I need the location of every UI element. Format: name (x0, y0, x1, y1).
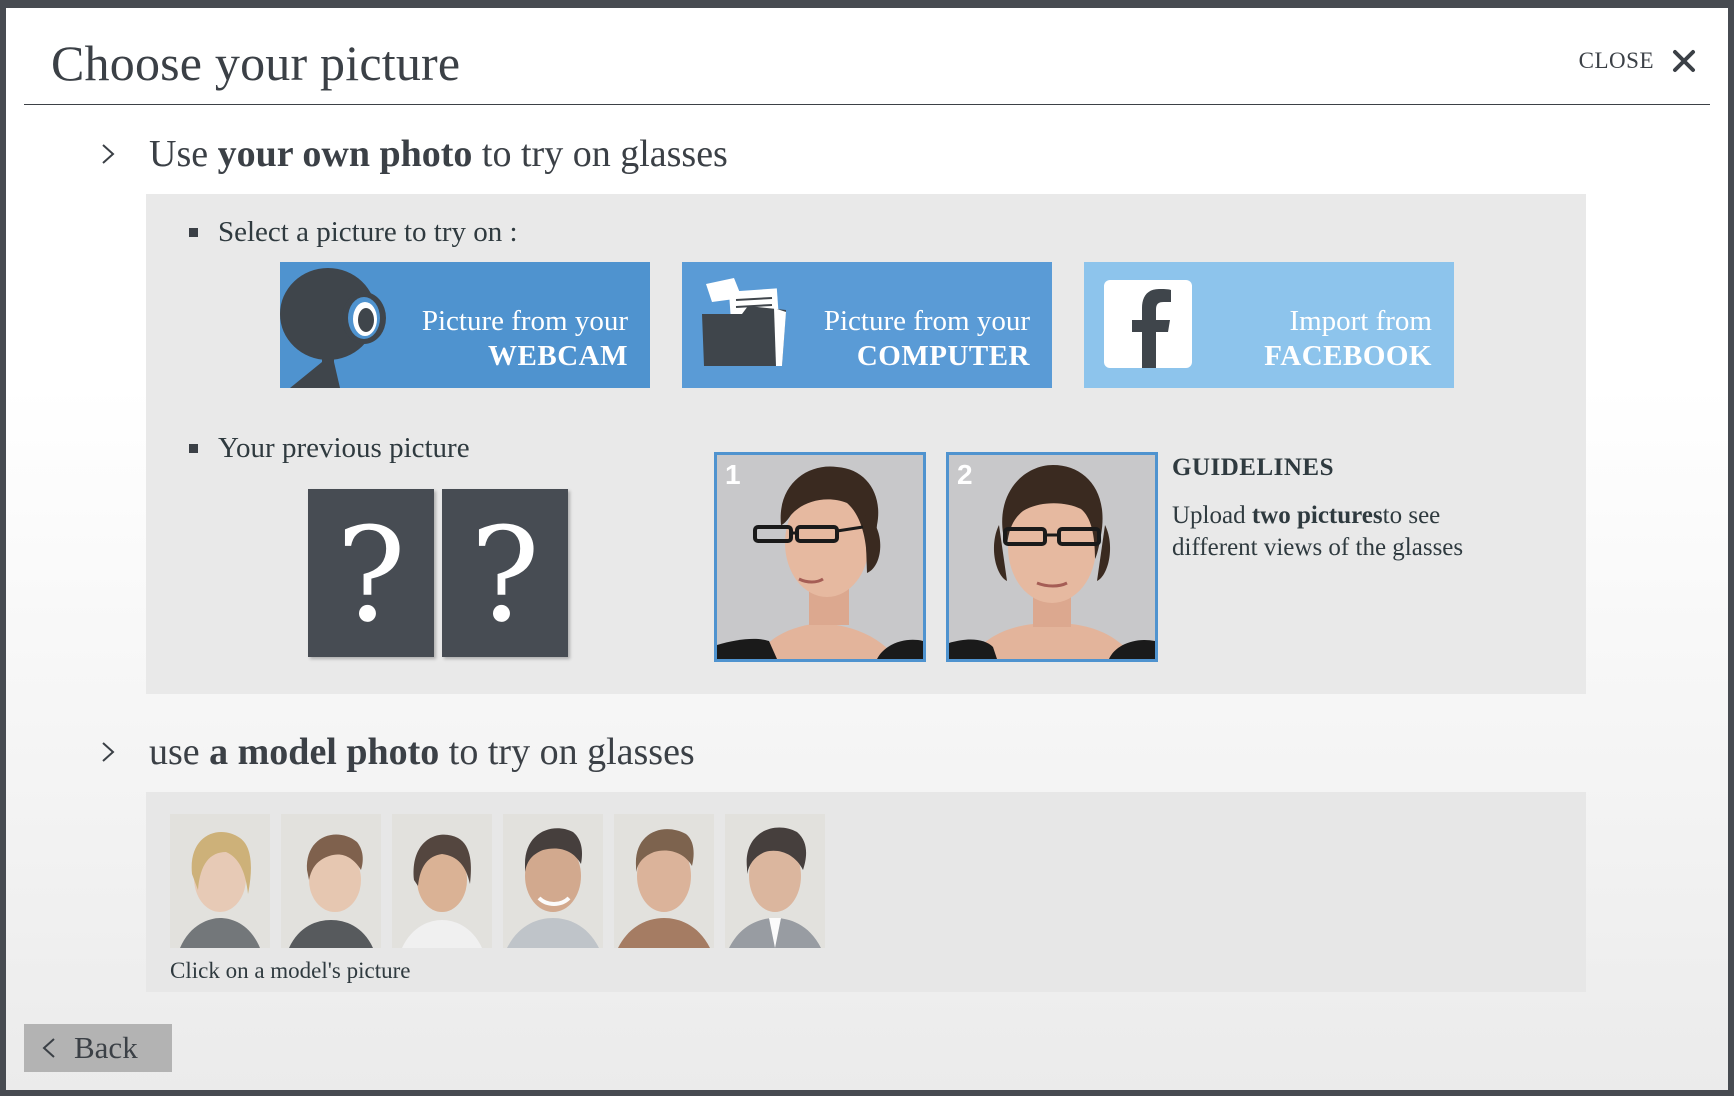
close-icon[interactable] (1672, 49, 1696, 73)
folder-icon (682, 262, 802, 388)
dialog-header: Choose your picture CLOSE (24, 8, 1710, 105)
guidelines-prefix: Upload (1172, 502, 1252, 529)
back-button[interactable]: Back (24, 1024, 172, 1072)
model-thumbnail-6[interactable] (725, 814, 825, 948)
model-thumbnail-2[interactable] (281, 814, 381, 948)
model-thumbnail-4[interactable] (503, 814, 603, 948)
bullet-icon (189, 228, 198, 237)
back-label: Back (74, 1030, 138, 1065)
computer-button[interactable]: Picture from your COMPUTER (682, 262, 1052, 388)
guidelines-title: GUIDELINES (1172, 454, 1334, 481)
model-photo-panel: Click on a model's picture (146, 792, 1586, 992)
guidelines-bold: two pictures (1251, 502, 1383, 529)
guidelines-text: Upload two picturesto see different view… (1172, 500, 1492, 564)
close-button[interactable]: CLOSE (1579, 48, 1696, 74)
model-photo-heading-bold: a model photo (209, 731, 440, 773)
previous-picture-slot-2[interactable]: ? (442, 489, 568, 657)
example-photo-1: 1 (714, 452, 926, 662)
chevron-right-icon (101, 143, 127, 165)
facebook-button[interactable]: Import from FACEBOOK (1084, 262, 1454, 388)
previous-picture-slot-1[interactable]: ? (308, 489, 434, 657)
woman-face-side-image (717, 455, 923, 659)
model-photo-heading-prefix: use (149, 731, 210, 773)
own-photo-heading-bold: your own photo (217, 133, 473, 175)
own-photo-heading[interactable]: Use your own photo to try on glasses (101, 132, 728, 176)
previous-picture-bullet: Your previous picture (189, 432, 470, 465)
previous-picture-label: Your previous picture (218, 432, 470, 464)
own-photo-heading-suffix: to try on glasses (472, 133, 728, 175)
facebook-icon (1084, 262, 1204, 388)
close-label: CLOSE (1578, 48, 1654, 73)
facebook-button-line1: Import from (1289, 305, 1432, 337)
computer-button-line2: COMPUTER (856, 340, 1030, 372)
choose-picture-dialog: Choose your picture CLOSE Use your own p… (6, 8, 1728, 1090)
model-thumbnail-1[interactable] (170, 814, 270, 948)
own-photo-heading-prefix: Use (149, 133, 218, 175)
question-mark-icon: ? (336, 499, 406, 651)
question-mark-icon: ? (470, 499, 540, 651)
example-photo-2: 2 (946, 452, 1158, 662)
model-thumbnail-5[interactable] (614, 814, 714, 948)
webcam-button-line1: Picture from your (421, 305, 628, 337)
select-picture-label: Select a picture to try on : (218, 216, 518, 248)
chevron-left-icon (42, 1037, 56, 1059)
select-picture-bullet: Select a picture to try on : (189, 216, 518, 249)
example-number-1: 1 (725, 459, 741, 490)
model-thumbnail-3[interactable] (392, 814, 492, 948)
model-photo-heading-suffix: to try on glasses (439, 731, 695, 773)
own-photo-panel: Select a picture to try on : Picture fro… (146, 194, 1586, 694)
webcam-button-line2: WEBCAM (488, 340, 628, 372)
webcam-button[interactable]: Picture from your WEBCAM (280, 262, 650, 388)
example-number-2: 2 (957, 459, 973, 490)
model-thumbnails (170, 814, 825, 948)
chevron-right-icon (101, 741, 127, 763)
model-caption: Click on a model's picture (170, 958, 411, 983)
facebook-button-line2: FACEBOOK (1264, 340, 1432, 372)
webcam-icon (280, 262, 390, 388)
model-photo-heading[interactable]: use a model photo to try on glasses (101, 730, 695, 774)
computer-button-line1: Picture from your (823, 305, 1030, 337)
page-title: Choose your picture (51, 35, 461, 91)
bullet-icon (189, 444, 198, 453)
woman-face-front-image (949, 455, 1155, 659)
